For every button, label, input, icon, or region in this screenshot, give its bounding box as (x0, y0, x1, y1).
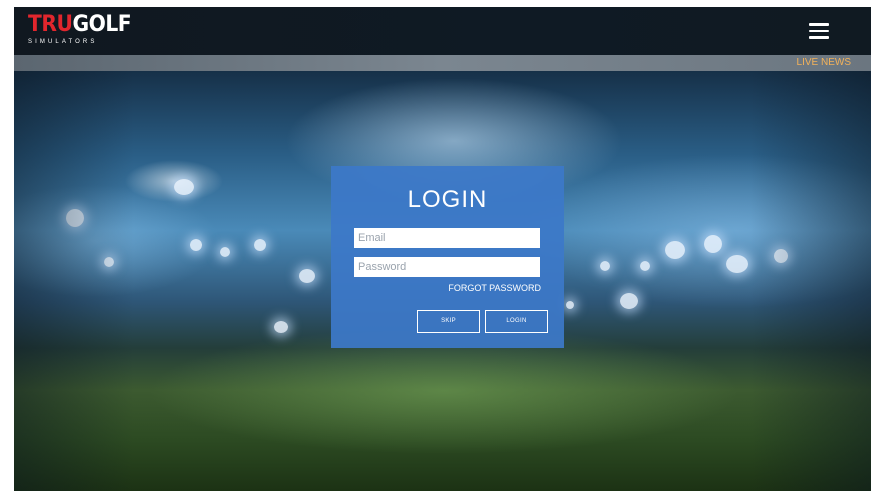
bokeh-light (665, 241, 685, 259)
login-panel: LOGIN FORGOT PASSWORD SKIP LOGIN (331, 166, 564, 348)
bokeh-light (726, 255, 748, 273)
bokeh-light (274, 321, 288, 333)
login-button[interactable]: LOGIN (485, 310, 548, 333)
bokeh-light (620, 293, 638, 309)
bokeh-light (566, 301, 574, 309)
bokeh-light (220, 247, 230, 257)
bokeh-light (190, 239, 202, 251)
login-title: LOGIN (407, 186, 488, 213)
app-window: TRU GOLF SIMULATORS LIVE NEWS LOGIN Emai… (14, 7, 871, 491)
bokeh-light (640, 261, 650, 271)
trugolf-logo[interactable]: TRU GOLF SIMULATORS (28, 12, 140, 52)
bokeh-light (254, 239, 266, 251)
bokeh-light (704, 235, 722, 253)
logo-subtitle: SIMULATORS (28, 39, 98, 45)
top-bar: TRU GOLF SIMULATORS (14, 7, 871, 55)
turf-glow (14, 331, 871, 491)
bokeh-light (174, 179, 194, 195)
forgot-password-link[interactable]: FORGOT PASSWORD (448, 283, 541, 293)
skip-button[interactable]: SKIP (417, 310, 480, 333)
hamburger-menu-icon[interactable] (809, 23, 829, 39)
live-news-link[interactable]: LIVE NEWS (797, 56, 851, 70)
logo-tru-text: TRU (28, 12, 73, 37)
email-field[interactable] (354, 228, 540, 248)
bokeh-light (299, 269, 315, 283)
password-field[interactable] (354, 257, 540, 277)
bokeh-light (600, 261, 610, 271)
news-bar: LIVE NEWS (14, 55, 871, 71)
logo-golf-text: GOLF (72, 12, 132, 37)
